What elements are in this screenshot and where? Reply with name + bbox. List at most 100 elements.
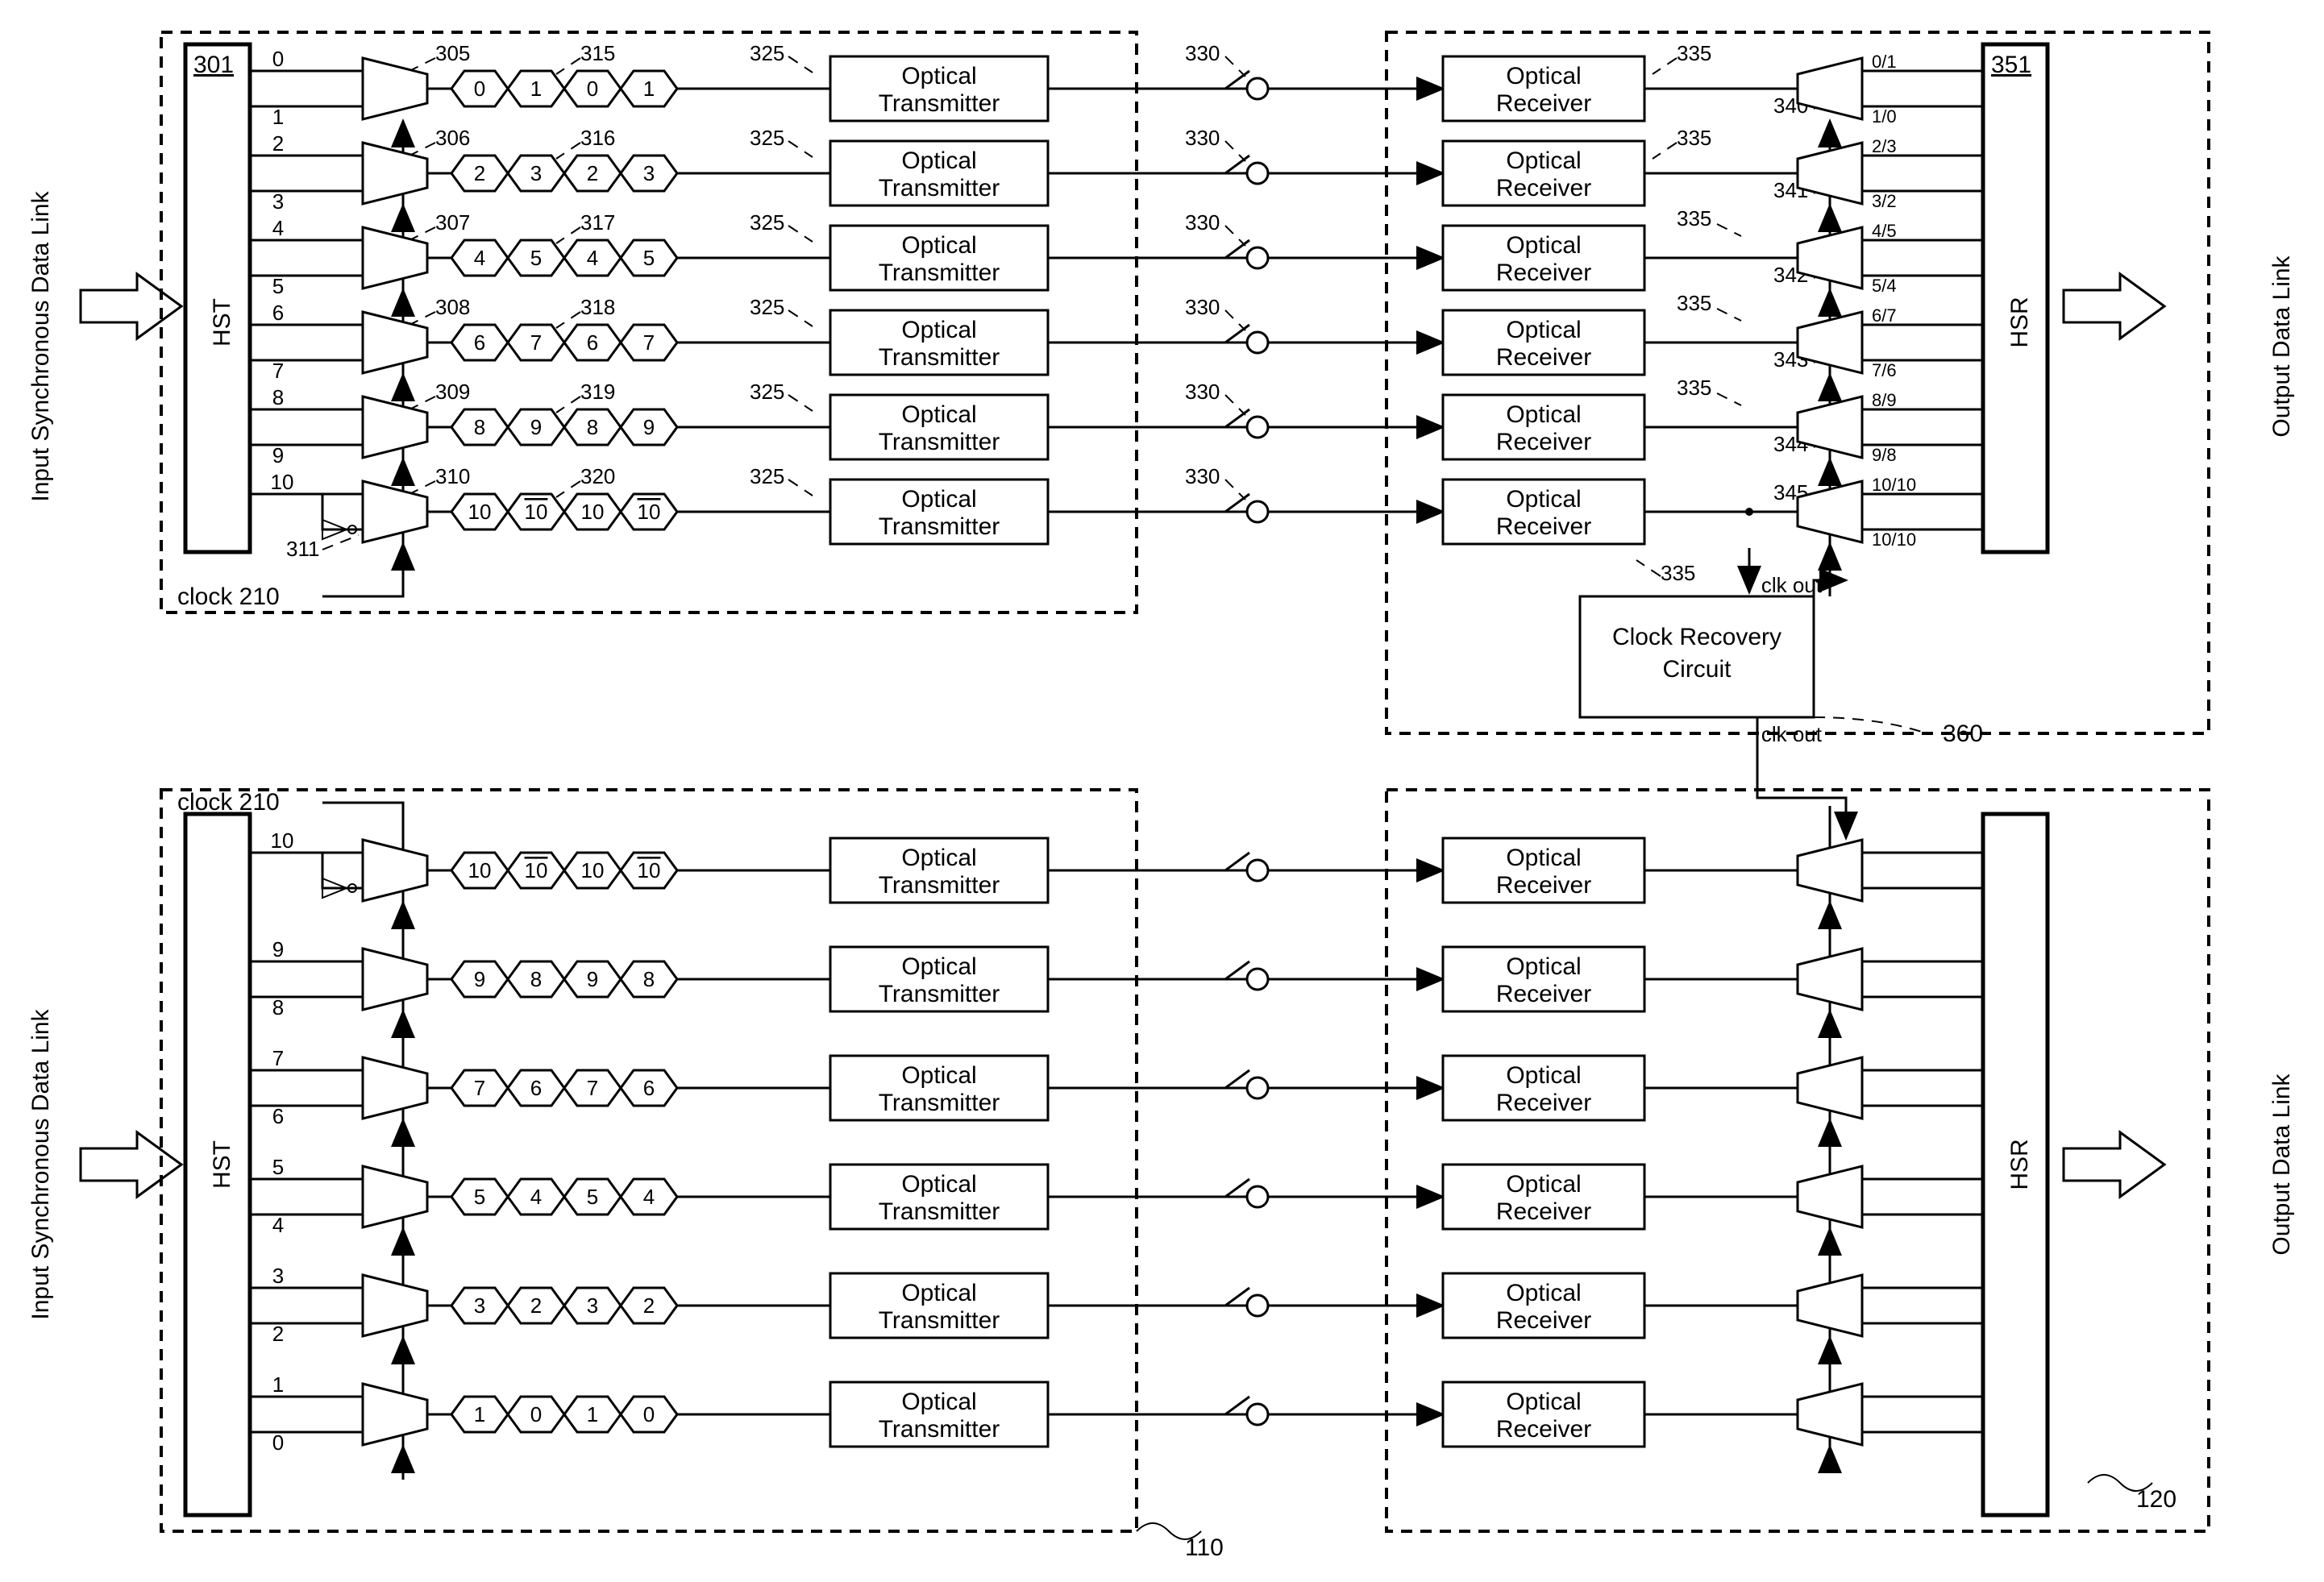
svg-text:335: 335	[1677, 206, 1711, 230]
svg-text:325: 325	[750, 380, 784, 404]
svg-text:2: 2	[530, 1293, 542, 1318]
svg-text:Receiver: Receiver	[1496, 429, 1591, 455]
svg-text:9: 9	[530, 415, 542, 439]
svg-text:1: 1	[530, 77, 542, 101]
svg-text:2: 2	[272, 131, 284, 156]
svg-text:Transmitter: Transmitter	[879, 175, 1000, 201]
svg-text:Optical: Optical	[1506, 486, 1581, 513]
svg-text:Optical: Optical	[901, 845, 976, 871]
svg-text:8: 8	[530, 967, 542, 991]
svg-text:0: 0	[530, 1402, 542, 1426]
svg-text:Receiver: Receiver	[1496, 175, 1591, 201]
svg-text:Receiver: Receiver	[1496, 1198, 1591, 1225]
svg-text:Optical: Optical	[1506, 147, 1581, 174]
svg-text:2: 2	[587, 161, 598, 185]
svg-text:Receiver: Receiver	[1496, 260, 1591, 286]
svg-text:Optical: Optical	[901, 63, 976, 89]
svg-text:10: 10	[468, 858, 492, 882]
svg-text:10: 10	[271, 828, 294, 853]
svg-text:8: 8	[272, 995, 284, 1019]
svg-text:9: 9	[474, 967, 485, 991]
svg-text:1: 1	[272, 1372, 284, 1397]
svg-text:Optical: Optical	[1506, 1280, 1581, 1306]
svg-text:Receiver: Receiver	[1496, 513, 1591, 540]
hst-label-top: HST	[209, 298, 235, 347]
svg-text:0: 0	[272, 1430, 284, 1455]
svg-text:335: 335	[1661, 561, 1695, 585]
svg-text:3: 3	[643, 161, 655, 185]
svg-text:3: 3	[530, 161, 542, 185]
svg-text:10/10: 10/10	[1872, 529, 1916, 550]
input-arrow-top	[81, 274, 181, 338]
svg-text:7/6: 7/6	[1872, 360, 1897, 380]
svg-text:Receiver: Receiver	[1496, 90, 1591, 117]
svg-text:Receiver: Receiver	[1496, 981, 1591, 1007]
optical-link-diagram: 301 HST 351 HSR Clock Recovery Circuit c…	[0, 0, 2324, 1582]
svg-text:Optical: Optical	[901, 953, 976, 980]
svg-text:10/10: 10/10	[1872, 475, 1916, 495]
input-link-label-bot: Input Synchronous Data Link	[27, 1008, 54, 1319]
svg-text:9/8: 9/8	[1872, 445, 1897, 465]
svg-text:335: 335	[1677, 291, 1711, 315]
svg-text:8: 8	[587, 415, 598, 439]
svg-text:0: 0	[272, 47, 284, 71]
svg-text:Optical: Optical	[901, 317, 976, 343]
svg-text:Optical: Optical	[1506, 953, 1581, 980]
svg-text:8/9: 8/9	[1872, 390, 1897, 410]
svg-text:10: 10	[581, 500, 605, 524]
clk-out-label-2: clk out	[1761, 722, 1823, 746]
output-arrow-bot	[2064, 1132, 2164, 1197]
svg-text:335: 335	[1677, 376, 1711, 400]
svg-text:6: 6	[643, 1076, 655, 1100]
svg-text:10: 10	[271, 470, 294, 494]
svg-text:306: 306	[435, 126, 470, 150]
svg-text:330: 330	[1185, 41, 1220, 65]
svg-text:6: 6	[530, 1076, 542, 1100]
svg-text:335: 335	[1677, 126, 1711, 150]
svg-text:9: 9	[272, 443, 284, 467]
svg-text:7: 7	[587, 1076, 598, 1100]
svg-text:5: 5	[474, 1185, 485, 1209]
channel-row: 676767OpticalTransmitterOpticalReceiver6…	[250, 301, 1983, 391]
svg-text:8: 8	[474, 415, 485, 439]
svg-text:Transmitter: Transmitter	[879, 90, 1000, 117]
svg-text:325: 325	[750, 41, 784, 65]
svg-text:330: 330	[1185, 380, 1220, 404]
ref-351: 351	[1991, 52, 2031, 78]
hst-block-top	[185, 44, 250, 552]
svg-text:Optical: Optical	[901, 232, 976, 259]
svg-text:Receiver: Receiver	[1496, 1416, 1591, 1443]
clock-recovery-label-2: Circuit	[1662, 656, 1732, 683]
svg-text:Receiver: Receiver	[1496, 1090, 1591, 1116]
svg-text:10: 10	[638, 858, 661, 882]
svg-text:2/3: 2/3	[1872, 136, 1897, 156]
svg-text:10: 10	[468, 500, 492, 524]
svg-text:0: 0	[474, 77, 485, 101]
svg-text:6/7: 6/7	[1872, 305, 1897, 326]
hsr-label-bot: HSR	[2006, 1139, 2033, 1190]
hsr-label-top: HSR	[2006, 297, 2033, 347]
svg-text:Transmitter: Transmitter	[879, 260, 1000, 286]
hst-label-bot: HST	[209, 1140, 235, 1189]
svg-text:Optical: Optical	[1506, 317, 1581, 343]
clock-label-bot: clock 210	[177, 789, 280, 816]
svg-text:4/5: 4/5	[1872, 221, 1897, 241]
svg-text:316: 316	[580, 126, 615, 150]
svg-text:Transmitter: Transmitter	[879, 1198, 1000, 1225]
svg-text:308: 308	[435, 295, 470, 319]
svg-text:6: 6	[272, 1104, 284, 1128]
svg-text:1: 1	[587, 1402, 598, 1426]
input-arrow-bot	[81, 1132, 181, 1197]
svg-text:Optical: Optical	[1506, 1171, 1581, 1198]
svg-text:4: 4	[643, 1185, 655, 1209]
svg-text:310: 310	[435, 464, 470, 488]
svg-text:1: 1	[272, 105, 284, 129]
channel-row: 1010101010OpticalTransmitterOpticalRecei…	[250, 828, 1983, 919]
svg-text:3: 3	[272, 1264, 284, 1288]
channel-row: 101010OpticalTransmitterOpticalReceiver	[250, 1372, 1983, 1463]
input-link-label-top: Input Synchronous Data Link	[27, 190, 54, 501]
svg-text:320: 320	[580, 464, 615, 488]
svg-text:4: 4	[530, 1185, 542, 1209]
svg-text:8: 8	[272, 385, 284, 409]
svg-text:5: 5	[587, 1185, 598, 1209]
